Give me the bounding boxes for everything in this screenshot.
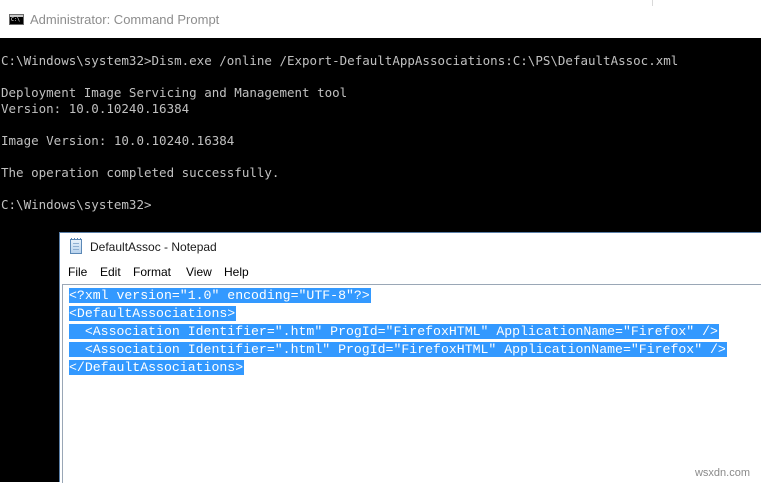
console-prompt-line: C:\Windows\system32>: [1, 197, 152, 212]
notepad-titlebar[interactable]: DefaultAssoc - Notepad: [60, 233, 761, 261]
notepad-icon: [70, 238, 82, 254]
menu-help[interactable]: Help: [224, 265, 249, 279]
selected-text: <Association Identifier=".htm" ProgId="F…: [69, 324, 719, 339]
watermark: wsxdn.com: [694, 467, 750, 479]
menu-file[interactable]: File: [68, 265, 87, 279]
notepad-text-area[interactable]: <?xml version="1.0" encoding="UTF-8"?> <…: [62, 284, 761, 483]
notepad-window[interactable]: DefaultAssoc - Notepad File Edit Format …: [59, 232, 761, 483]
selected-text: <?xml version="1.0" encoding="UTF-8"?>: [69, 288, 371, 303]
cmd-window-title: Administrator: Command Prompt: [30, 12, 220, 27]
text-line: </DefaultAssociations>: [69, 359, 245, 377]
menu-edit[interactable]: Edit: [100, 265, 121, 279]
console-line: Image Version: 10.0.10240.16384: [1, 133, 235, 148]
text-line: <Association Identifier=".html" ProgId="…: [69, 341, 727, 359]
console-line: The operation completed successfully.: [1, 165, 280, 180]
selected-text: <Association Identifier=".html" ProgId="…: [69, 342, 727, 357]
selected-text: <DefaultAssociations>: [69, 306, 237, 321]
text-line: <Association Identifier=".htm" ProgId="F…: [69, 323, 719, 341]
menu-view[interactable]: View: [186, 265, 212, 279]
menu-format[interactable]: Format: [133, 265, 171, 279]
selected-text: </DefaultAssociations>: [69, 360, 245, 375]
cmd-icon: [9, 14, 24, 25]
text-line: <DefaultAssociations>: [69, 305, 237, 323]
text-line: <?xml version="1.0" encoding="UTF-8"?>: [69, 287, 371, 305]
notepad-window-title: DefaultAssoc - Notepad: [90, 240, 217, 254]
titlebar-divider: [652, 0, 653, 6]
console-line: C:\Windows\system32>Dism.exe /online /Ex…: [1, 53, 679, 68]
console-line: Deployment Image Servicing and Managemen…: [1, 85, 348, 100]
notepad-menubar: File Edit Format View Help: [60, 261, 761, 283]
cmd-titlebar[interactable]: Administrator: Command Prompt: [0, 0, 761, 38]
console-line: Version: 10.0.10240.16384: [1, 101, 190, 116]
